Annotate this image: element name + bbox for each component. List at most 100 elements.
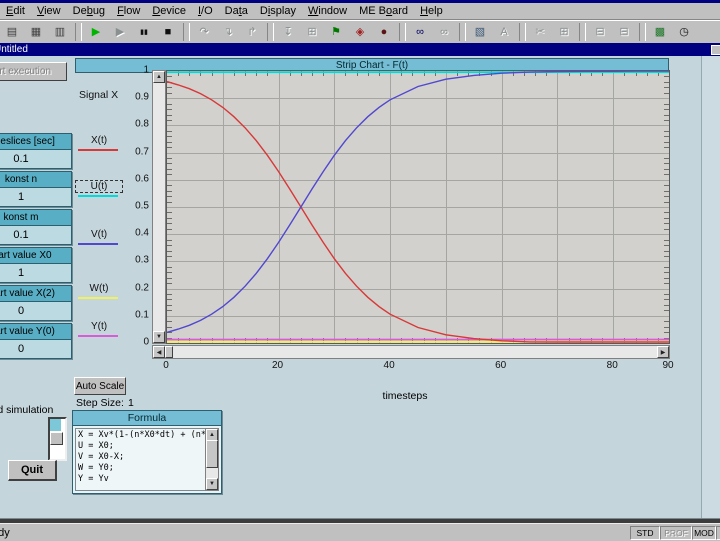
legend-line	[78, 195, 118, 197]
legend-line	[78, 335, 118, 337]
status-message: Ready	[0, 527, 10, 539]
formula-box[interactable]: Formula X = Xv*(1-(n*X0*dt) + (n*Xv*dt) …	[72, 410, 222, 494]
formula-scrollbar[interactable]: ▲ ▼	[205, 428, 219, 491]
formula-title-bar[interactable]: Formula	[73, 411, 221, 426]
param-box-4: start value X(2)0	[0, 285, 72, 321]
open-file-button[interactable]: ▤	[1, 22, 23, 42]
start-execution-button[interactable]: start execution	[0, 62, 67, 81]
download-icon: ↧	[283, 27, 292, 38]
properties-icon: ▧	[475, 27, 485, 38]
y-tick-label: 0.3	[135, 255, 149, 266]
menu-item-window[interactable]: Window	[302, 4, 353, 18]
pause-button[interactable]: ▮▮	[133, 22, 155, 42]
legend-label-xt[interactable]: X(t)	[76, 135, 122, 146]
param-box-title: start value X(2)	[0, 286, 71, 302]
legend-label-vt[interactable]: V(t)	[76, 229, 122, 240]
scroll-down-button[interactable]: ▼	[153, 331, 165, 343]
step-over-button: ↷	[193, 22, 215, 42]
formula-scroll-down[interactable]: ▼	[206, 478, 218, 490]
param-box-value[interactable]: 0.1	[0, 226, 71, 244]
y-tick-label: 0.2	[135, 282, 149, 293]
status-indicator-std: STD	[630, 526, 660, 540]
param-box-value[interactable]: 1	[0, 264, 71, 282]
step-size-value[interactable]: 1	[128, 397, 134, 409]
param-box-value[interactable]: 0.1	[0, 150, 71, 168]
scroll-left-button[interactable]: ◀	[153, 346, 165, 358]
stop-button[interactable]: ■	[157, 22, 179, 42]
chart-horizontal-scrollbar[interactable]: ◀ ▶	[152, 345, 670, 359]
chart-vertical-scrollbar[interactable]: ▲ ▼	[152, 70, 166, 344]
toolbar-separator	[267, 23, 274, 41]
legend-line	[78, 243, 118, 245]
window-titlebar[interactable]: Untitled	[0, 43, 720, 56]
run-button[interactable]: ▶	[85, 22, 107, 42]
param-box-title: start value Y(0)	[0, 324, 71, 340]
auto-scale-button[interactable]: Auto Scale	[74, 377, 126, 395]
x-tick-label: 0	[163, 360, 169, 371]
menu-item-device[interactable]: Device	[146, 4, 192, 18]
screen-dump-button[interactable]: ▩	[649, 22, 671, 42]
y-tick-label: 0.1	[135, 309, 149, 320]
print-button[interactable]: ▥	[49, 22, 71, 42]
menu-item-display[interactable]: Display	[254, 4, 302, 18]
globe-button[interactable]: ●	[373, 22, 395, 42]
properties-button[interactable]: ▧	[469, 22, 491, 42]
menu-item-view[interactable]: View	[31, 4, 67, 18]
instrument-manager-button[interactable]: ⚑	[325, 22, 347, 42]
end-simulation-toggle[interactable]	[48, 417, 67, 461]
scroll-right-button[interactable]: ▶	[657, 346, 669, 358]
param-box-5: start value Y(0)0	[0, 323, 72, 359]
formula-title: Formula	[128, 412, 167, 424]
timer-button[interactable]: ◷	[673, 22, 695, 42]
param-box-value[interactable]: 0	[0, 302, 71, 320]
paste-icon: ⊟	[595, 27, 604, 38]
y-tick-label: 0	[143, 337, 149, 348]
toolbar: ▤▦▥▶▶▮▮■↷↴↱↧⊞⚑◈●∞∞▧A✂⊞⊟⊟▩◷	[0, 20, 720, 44]
menu-item-debug[interactable]: Debug	[67, 4, 111, 18]
formula-scroll-thumb[interactable]	[206, 440, 218, 468]
legend-label-yt[interactable]: Y(t)	[76, 321, 122, 332]
cut-icon: ✂	[535, 27, 544, 38]
toolbar-separator	[399, 23, 406, 41]
toggle-fill	[50, 419, 61, 431]
save-file-button[interactable]: ▦	[25, 22, 47, 42]
status-indicator-mod: MOD	[692, 526, 716, 540]
quit-button[interactable]: Quit	[8, 460, 57, 481]
toolbar-separator	[75, 23, 82, 41]
menu-item-i-o[interactable]: I/O	[192, 4, 219, 18]
param-box-value[interactable]: 1	[0, 188, 71, 206]
toggle-thumb[interactable]	[50, 432, 63, 445]
x-tick-label: 80	[607, 360, 618, 371]
legend-label-wt[interactable]: W(t)	[76, 283, 122, 294]
step-out-icon: ↱	[247, 27, 256, 38]
param-box-3: start value X01	[0, 247, 72, 283]
legend-label-ut[interactable]: U(t)	[76, 181, 122, 192]
copy-button: ⊞	[553, 22, 575, 42]
find-button[interactable]: ∞	[409, 22, 431, 42]
param-box-value[interactable]: 0	[0, 340, 71, 358]
end-simulation-label: end simulation	[0, 404, 67, 416]
step-size-label: Step Size:	[76, 397, 124, 409]
strip-chart-plot[interactable]	[166, 70, 670, 344]
formula-text[interactable]: X = Xv*(1-(n*X0*dt) + (n*Xv*dt) -U = X0;…	[75, 428, 206, 491]
bus-io-monitor-button[interactable]: ◈	[349, 22, 371, 42]
formula-line: Y = Yv	[78, 474, 203, 485]
menu-item-me-board[interactable]: ME Board	[353, 4, 414, 18]
formula-line: X = Xv*(1-(n*X0*dt) + (n*Xv*dt) -	[78, 430, 203, 441]
menu-item-data[interactable]: Data	[219, 4, 254, 18]
x-tick-label: 20	[272, 360, 283, 371]
formula-line: U = X0;	[78, 441, 203, 452]
secured-copy-icon: ⊞	[307, 27, 316, 38]
globe-icon: ●	[381, 27, 388, 38]
format-icon: A	[500, 27, 507, 38]
menu-bar: EditViewDebugFlowDeviceI/ODataDisplayWin…	[0, 3, 720, 20]
x-axis-labels: 02040608090	[0, 360, 720, 372]
find-next-button: ∞	[433, 22, 455, 42]
menu-item-help[interactable]: Help	[414, 4, 449, 18]
status-indicator-vxi: VXI	[716, 526, 720, 540]
window-corner-icon[interactable]	[711, 45, 720, 55]
menu-item-edit[interactable]: Edit	[0, 4, 31, 18]
menu-item-flow[interactable]: Flow	[111, 4, 146, 18]
hscroll-thumb[interactable]	[165, 346, 173, 358]
scroll-up-button[interactable]: ▲	[153, 71, 165, 83]
